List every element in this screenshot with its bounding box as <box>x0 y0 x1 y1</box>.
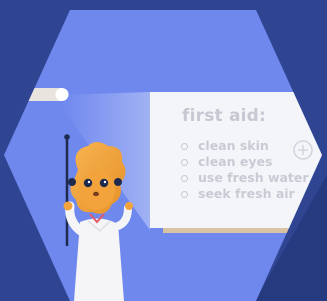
list-item: seek fresh air <box>180 186 309 202</box>
list-item-label: seek fresh air <box>198 186 295 201</box>
bullet-icon <box>181 143 188 150</box>
illustration-scene: first aid: clean skin clean eyes use fre… <box>0 0 327 301</box>
list-item-label: clean skin <box>198 138 269 153</box>
list-item: use fresh water <box>180 170 309 186</box>
list-item: clean skin <box>180 138 309 154</box>
first-aid-list: clean skin clean eyes use fresh water se… <box>180 138 309 202</box>
projector-lens <box>55 88 69 101</box>
board-title: first aid: <box>182 106 267 126</box>
list-item-label: use fresh water <box>198 170 309 185</box>
bullet-icon <box>181 175 188 182</box>
list-item: clean eyes <box>180 154 309 170</box>
list-item-label: clean eyes <box>198 154 273 169</box>
bullet-icon <box>181 159 188 166</box>
bullet-icon <box>181 191 188 198</box>
